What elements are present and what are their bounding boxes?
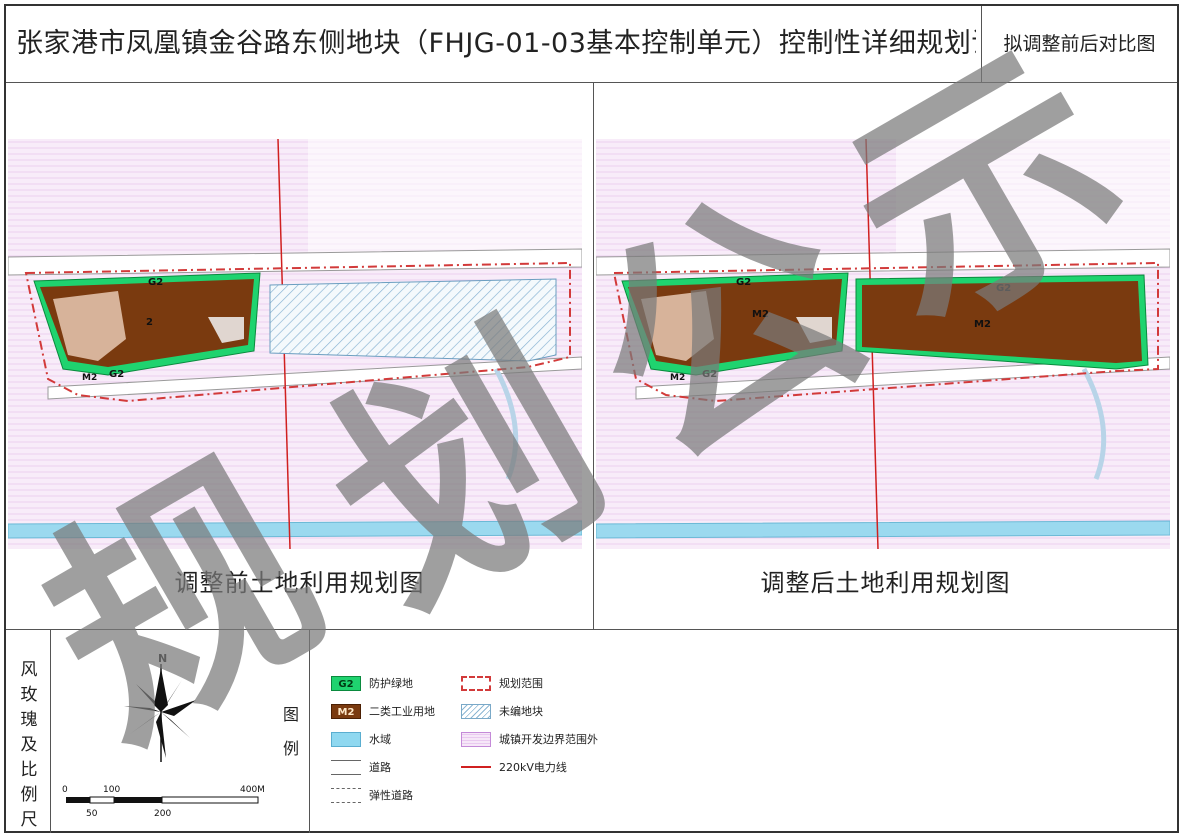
scale-title-char: 及 [20, 735, 38, 755]
north-label: N [158, 652, 167, 665]
legend-swatch: M2 [331, 703, 361, 719]
legend-label: 220kV电力线 [499, 761, 567, 774]
legend-label: 防护绿地 [369, 677, 413, 690]
legend-label: 道路 [369, 761, 391, 774]
panel-before-caption: 调整前土地利用规划图 [174, 569, 425, 597]
label-m2-small: M2 [670, 373, 685, 383]
page-title: 张家港市凤凰镇金谷路东侧地块（FHJG-01-03基本控制单元）控制性详细规划调… [16, 28, 976, 59]
scale-title-char: 玫 [20, 685, 38, 705]
scale-title-char: 例 [20, 785, 38, 805]
legend-item-flex-road: 弹性道路 [331, 784, 413, 806]
map-after: G2 G2 G2 M2 M2 M2 [596, 139, 1170, 549]
drawing-sheet: 张家港市凤凰镇金谷路东侧地块（FHJG-01-03基本控制单元）控制性详细规划调… [4, 4, 1179, 833]
legend-label: 规划范围 [499, 677, 543, 690]
unplanned-block [269, 278, 557, 362]
urban-zone [896, 139, 1170, 259]
label-m2-east: M2 [974, 319, 991, 330]
panel-after: G2 G2 G2 M2 M2 M2 调整后土地利用规划图 [594, 83, 1177, 629]
legend-swatch [331, 731, 361, 747]
scale-tick-label: 50 [86, 809, 98, 819]
legend-swatch [461, 766, 491, 768]
legend-title: 图 例 [276, 698, 306, 766]
legend-label: 未编地块 [499, 705, 543, 718]
legend-swatch: G2 [331, 675, 361, 691]
scale-title-char: 瑰 [20, 710, 38, 730]
scale-title-char: 风 [20, 660, 38, 680]
panel-after-caption: 调整后土地利用规划图 [760, 569, 1011, 597]
wind-rose-icon: N [124, 652, 196, 762]
legend-swatch [461, 675, 491, 691]
legend-item-m2: M2 二类工业用地 [331, 700, 435, 722]
scale-title-char: 尺 [20, 810, 38, 830]
label-g2-top: G2 [736, 277, 751, 288]
label-m2-west: M2 [752, 309, 769, 320]
label-m2-small: M2 [82, 373, 97, 383]
legend-label: 二类工业用地 [369, 705, 435, 718]
urban-zone [308, 139, 582, 259]
legend-item-g2: G2 防护绿地 [331, 672, 413, 694]
legend-label: 水域 [369, 733, 391, 746]
legend-item-unplanned: 未编地块 [461, 700, 543, 722]
label-g2-bottom: G2 [109, 369, 124, 380]
panel-before: G2 G2 M2 2 调整前土地利用规划图 [6, 83, 594, 629]
label-g2-right: G2 [996, 283, 1011, 294]
legend-swatch [331, 759, 361, 775]
legend-item-water: 水域 [331, 728, 391, 750]
legend-area: 风 玫 瑰 及 比 例 尺 N 0 100 400M 50 200 图 例 G2… [6, 630, 1177, 833]
scale-tick-label: 400M [240, 785, 265, 795]
scale-bar: 0 100 400M 50 200 [62, 785, 265, 819]
title-bar: 张家港市凤凰镇金谷路东侧地块（FHJG-01-03基本控制单元）控制性详细规划调… [6, 6, 1177, 83]
water-channel [596, 520, 1170, 539]
legend-label: 城镇开发边界范围外 [499, 733, 598, 746]
legend-swatch [461, 703, 491, 719]
scale-tick-label: 0 [62, 785, 68, 795]
water-channel [8, 520, 582, 539]
scale-title-char: 比 [20, 760, 38, 780]
legend-divider [309, 630, 310, 833]
scale-title: 风 玫 瑰 及 比 例 尺 [14, 658, 44, 833]
legend-item-boundary: 规划范围 [461, 672, 543, 694]
scale-divider [50, 630, 51, 833]
page-subtitle: 拟调整前后对比图 [1003, 33, 1156, 55]
legend-item-power-line: 220kV电力线 [461, 756, 567, 778]
legend-swatch [461, 731, 491, 747]
label-g2-bottom: G2 [702, 369, 717, 380]
label-m2-main: 2 [146, 317, 153, 328]
map-before: G2 G2 M2 2 [8, 139, 582, 549]
legend-item-outside: 城镇开发边界范围外 [461, 728, 598, 750]
legend-title-char: 例 [282, 739, 299, 758]
scale-tick-label: 100 [103, 785, 120, 795]
label-g2-top: G2 [148, 277, 163, 288]
legend-title-char: 图 [282, 705, 299, 724]
scale-tick-label: 200 [154, 809, 171, 819]
legend-label: 弹性道路 [369, 789, 413, 802]
legend-swatch [331, 787, 361, 803]
legend-item-road: 道路 [331, 756, 391, 778]
